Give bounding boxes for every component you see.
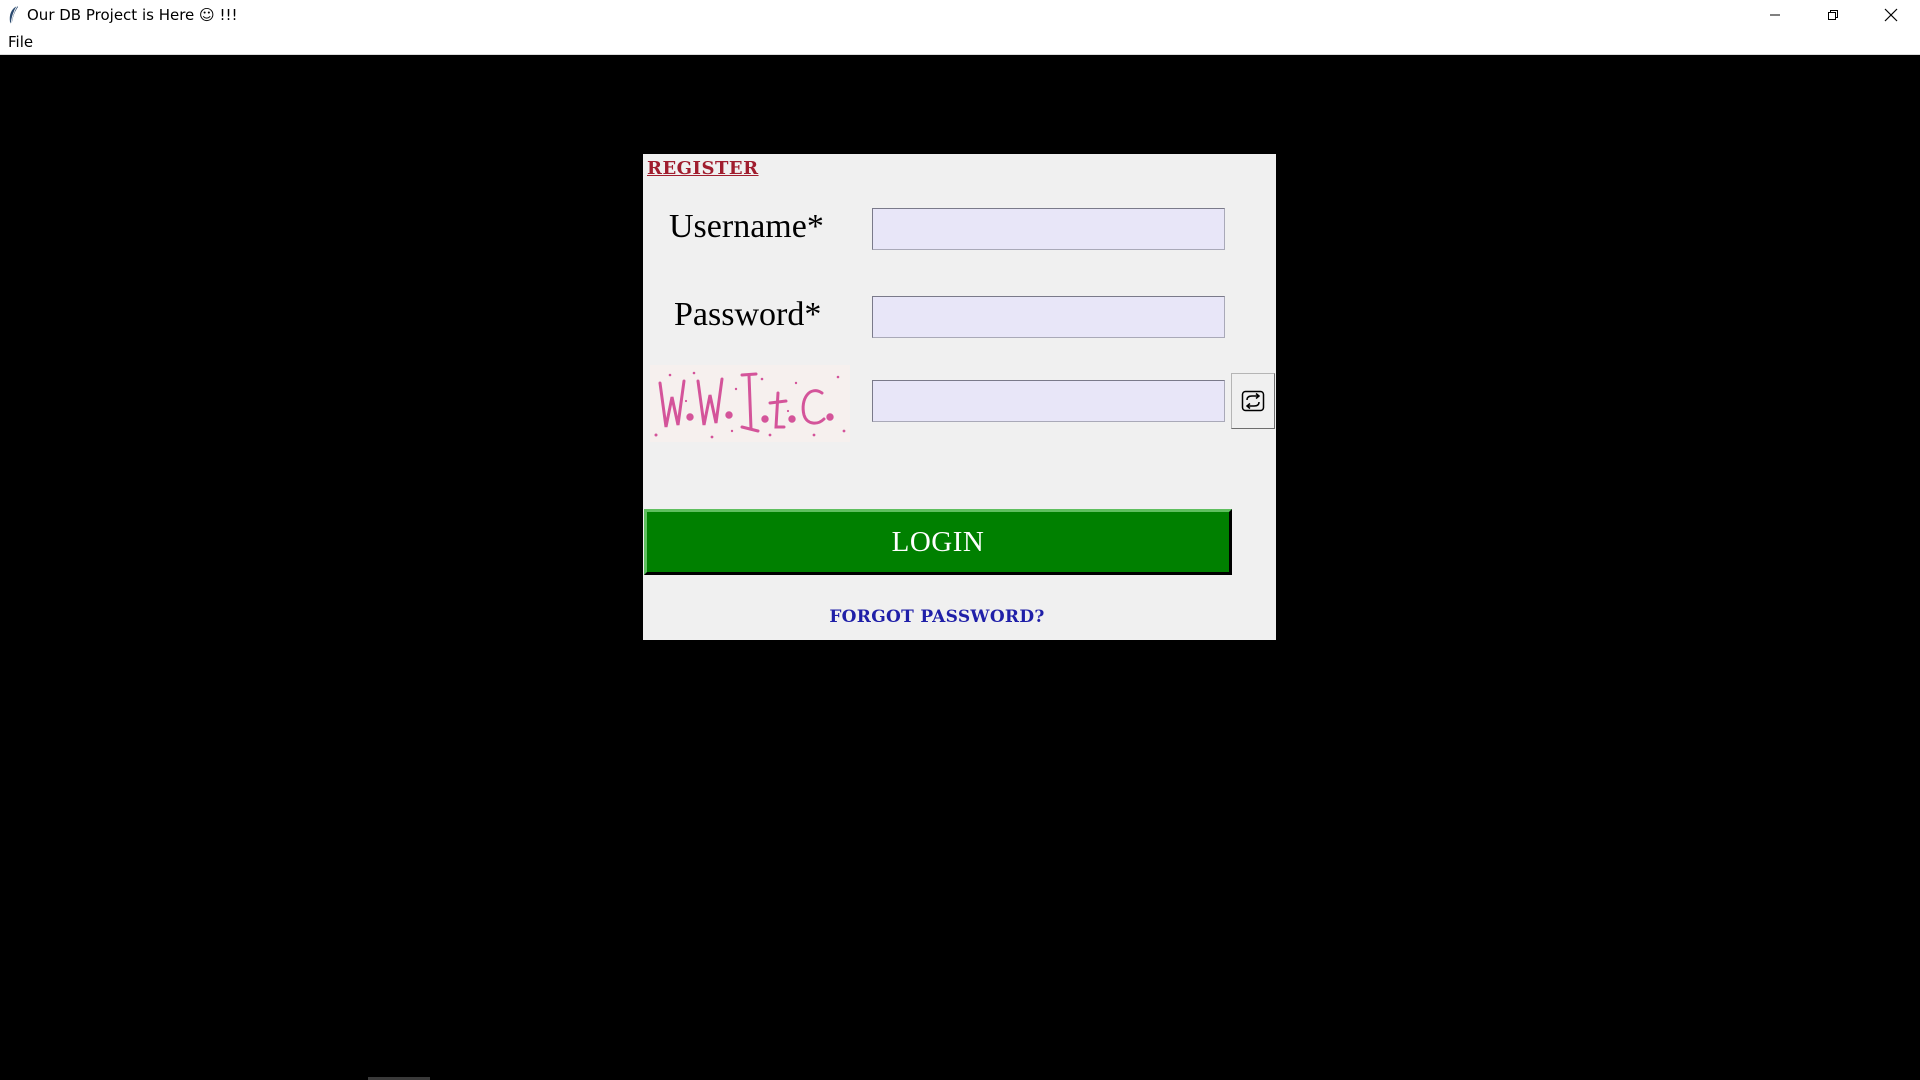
- login-button[interactable]: LOGIN: [644, 509, 1232, 575]
- captcha-input[interactable]: [872, 380, 1225, 422]
- minimize-icon: [1770, 14, 1780, 15]
- forgot-password-link[interactable]: FORGOT PASSWORD?: [643, 607, 1231, 627]
- login-panel: REGISTER Username* Password* LOGIN FORGO…: [643, 154, 1276, 640]
- username-label: Username*: [669, 208, 824, 245]
- password-input[interactable]: [872, 296, 1225, 338]
- restore-icon: [1828, 9, 1838, 20]
- menu-bar: File: [0, 29, 1920, 55]
- captcha-image: [650, 365, 850, 442]
- username-input[interactable]: [872, 208, 1225, 250]
- menu-file[interactable]: File: [0, 33, 41, 51]
- refresh-icon: [1241, 390, 1265, 412]
- register-link[interactable]: REGISTER: [647, 158, 759, 179]
- app-window: Our DB Project is Here ☺ !!! File REGIST…: [0, 0, 1920, 1080]
- title-bar[interactable]: Our DB Project is Here ☺ !!!: [0, 0, 1920, 29]
- window-title: Our DB Project is Here ☺ !!!: [27, 5, 238, 24]
- feather-icon: [6, 5, 20, 25]
- minimize-button[interactable]: [1746, 0, 1804, 29]
- close-icon: [1884, 8, 1898, 21]
- maximize-button[interactable]: [1804, 0, 1862, 29]
- window-controls: [1746, 0, 1920, 29]
- refresh-captcha-button[interactable]: [1231, 373, 1275, 429]
- password-label: Password*: [674, 296, 822, 333]
- close-button[interactable]: [1862, 0, 1920, 29]
